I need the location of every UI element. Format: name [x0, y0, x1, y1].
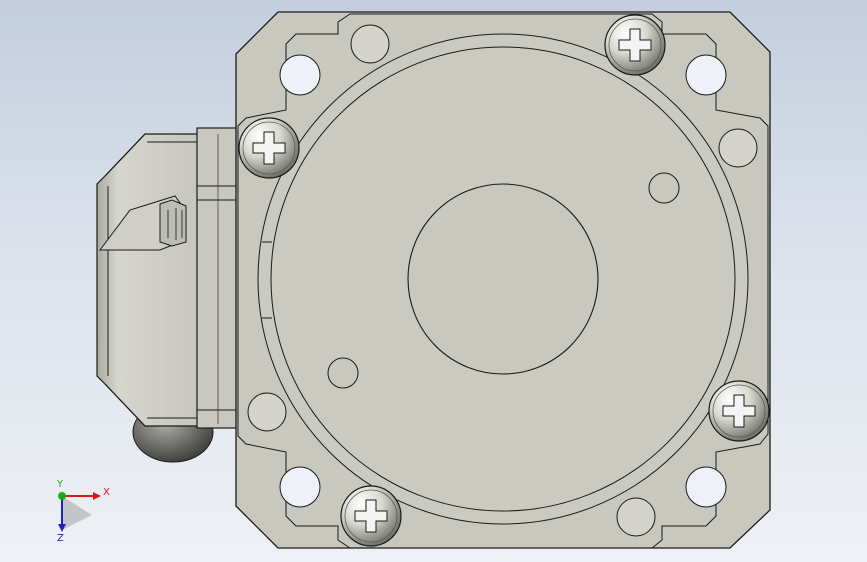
cad-viewport[interactable]: X Y Z — [0, 0, 867, 562]
phillips-screw-icon[interactable] — [340, 485, 402, 547]
motor-flange[interactable] — [235, 11, 771, 549]
z-axis-label: Z — [57, 533, 64, 544]
coordinate-triad — [58, 492, 101, 532]
x-axis-label: X — [103, 487, 110, 498]
triad-plane — [62, 496, 92, 530]
connector-housing[interactable] — [96, 127, 238, 429]
phillips-screw-icon[interactable] — [708, 380, 770, 442]
y-axis-label: Y — [57, 479, 64, 490]
phillips-screw-icon[interactable] — [604, 14, 666, 76]
y-axis-arrow — [58, 492, 66, 500]
phillips-screw-icon[interactable] — [238, 117, 300, 179]
motor-model-view[interactable] — [0, 0, 867, 562]
